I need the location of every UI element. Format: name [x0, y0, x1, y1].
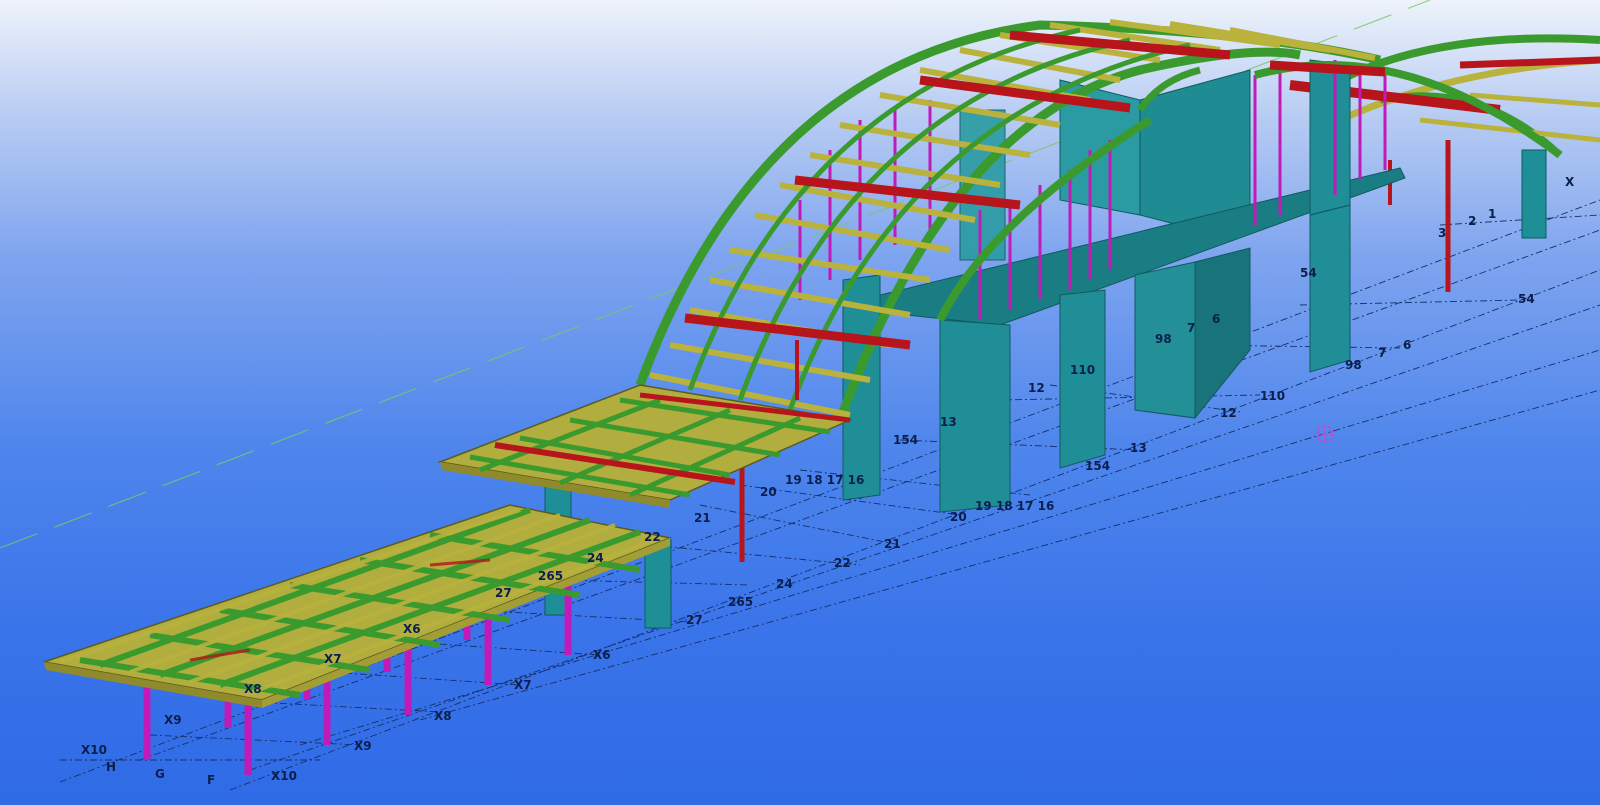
front-deck[interactable] — [43, 504, 673, 775]
grid-label: 265 — [538, 569, 563, 583]
grid-label: 27 — [686, 613, 703, 627]
grid-label: 21 — [884, 537, 901, 551]
pier-110[interactable] — [1059, 289, 1106, 469]
grid-label: X6 — [593, 648, 611, 662]
grid-label: X7 — [514, 678, 532, 692]
grid-label: 21 — [694, 511, 711, 525]
grid-label: F — [207, 773, 215, 787]
pick-point-cursor[interactable] — [1316, 425, 1334, 443]
grid-label: 154 — [1085, 459, 1110, 473]
grid-label: 24 — [776, 577, 793, 591]
grid-label: 1 — [1488, 207, 1496, 221]
grid-label: 265 — [728, 595, 753, 609]
grid-label: 2 — [1468, 214, 1476, 228]
grid-label: 154 — [893, 433, 918, 447]
grid-lines — [59, 199, 1600, 791]
grid-label: X9 — [164, 713, 182, 727]
model-viewport[interactable]: 1 2 3 X 54 54 6 7 98 6 7 98 12 110 12 11… — [0, 0, 1600, 805]
grid-label: 13 — [1130, 441, 1147, 455]
grid-label: 22 — [644, 530, 661, 544]
grid-label: 98 — [1345, 358, 1362, 372]
column-far-right[interactable] — [1521, 149, 1547, 239]
grid-label: 24 — [587, 551, 604, 565]
grid-label: X8 — [244, 682, 262, 696]
grid-label: 54 — [1300, 266, 1317, 280]
grid-label: 6 — [1403, 338, 1411, 352]
grid-label: 22 — [834, 556, 851, 570]
grid-label: 3 — [1438, 226, 1446, 240]
grid-label: 12 — [1028, 381, 1045, 395]
grid-label: 110 — [1260, 389, 1285, 403]
grid-label: 19 18 17 16 — [785, 473, 864, 487]
grid-label: X — [1565, 175, 1575, 189]
grid-label: X8 — [434, 709, 452, 723]
grid-label: 7 — [1378, 346, 1386, 360]
grid-label: 12 — [1220, 406, 1237, 420]
grid-label: H — [106, 760, 116, 774]
grid-label: 20 — [760, 485, 777, 499]
grid-label: 7 — [1187, 321, 1195, 335]
grid-label: 54 — [1518, 292, 1535, 306]
grid-label: 20 — [950, 510, 967, 524]
grid-label: 13 — [940, 415, 957, 429]
structure-3d-scene[interactable]: 1 2 3 X 54 54 6 7 98 6 7 98 12 110 12 11… — [0, 0, 1600, 805]
grid-label: X10 — [81, 743, 107, 757]
grid-label: X9 — [354, 739, 372, 753]
grid-label: X6 — [403, 622, 421, 636]
grid-label: 27 — [495, 586, 512, 600]
grid-label: 110 — [1070, 363, 1095, 377]
pier-54[interactable] — [1309, 204, 1351, 373]
grid-label: 98 — [1155, 332, 1172, 346]
grid-label: X10 — [271, 769, 297, 783]
grid-label: 19 18 17 16 — [975, 499, 1054, 513]
grid-label: X7 — [324, 652, 342, 666]
grid-label: 6 — [1212, 312, 1220, 326]
grid-label: G — [155, 767, 165, 781]
